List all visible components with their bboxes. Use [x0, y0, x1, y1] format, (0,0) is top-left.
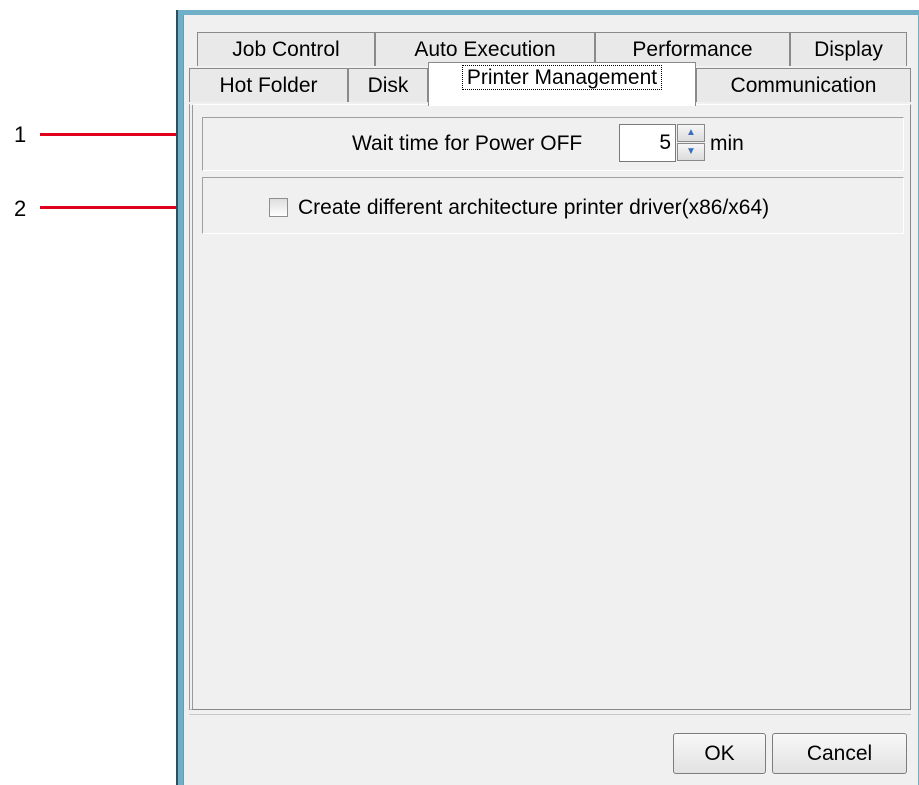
- tab-job-control[interactable]: Job Control: [197, 32, 375, 66]
- callout-number-2: 2: [14, 196, 27, 221]
- power-off-wait-label: Wait time for Power OFF: [352, 132, 583, 155]
- cancel-button[interactable]: Cancel: [772, 733, 907, 774]
- footer-separator: [189, 714, 911, 715]
- tab-communication[interactable]: Communication: [696, 68, 911, 102]
- tab-printer-management-label: Printer Management: [461, 65, 663, 90]
- callout-number-1: 1: [14, 122, 27, 147]
- tab-disk[interactable]: Disk: [348, 68, 428, 102]
- power-off-wait-input[interactable]: [619, 124, 676, 162]
- architecture-driver-label[interactable]: Create different architecture printer dr…: [298, 196, 769, 220]
- tab-performance[interactable]: Performance: [595, 32, 790, 66]
- ok-button[interactable]: OK: [673, 733, 766, 774]
- architecture-driver-checkbox[interactable]: [269, 198, 288, 217]
- tab-hot-folder[interactable]: Hot Folder: [189, 68, 348, 102]
- power-off-unit-label: min: [710, 132, 744, 155]
- tab-printer-management[interactable]: Printer Management: [428, 62, 696, 106]
- tab-auto-execution[interactable]: Auto Execution: [375, 32, 595, 66]
- tab-display[interactable]: Display: [790, 32, 907, 66]
- spin-down-button[interactable]: ▼: [677, 143, 705, 161]
- spin-up-button[interactable]: ▲: [677, 124, 705, 142]
